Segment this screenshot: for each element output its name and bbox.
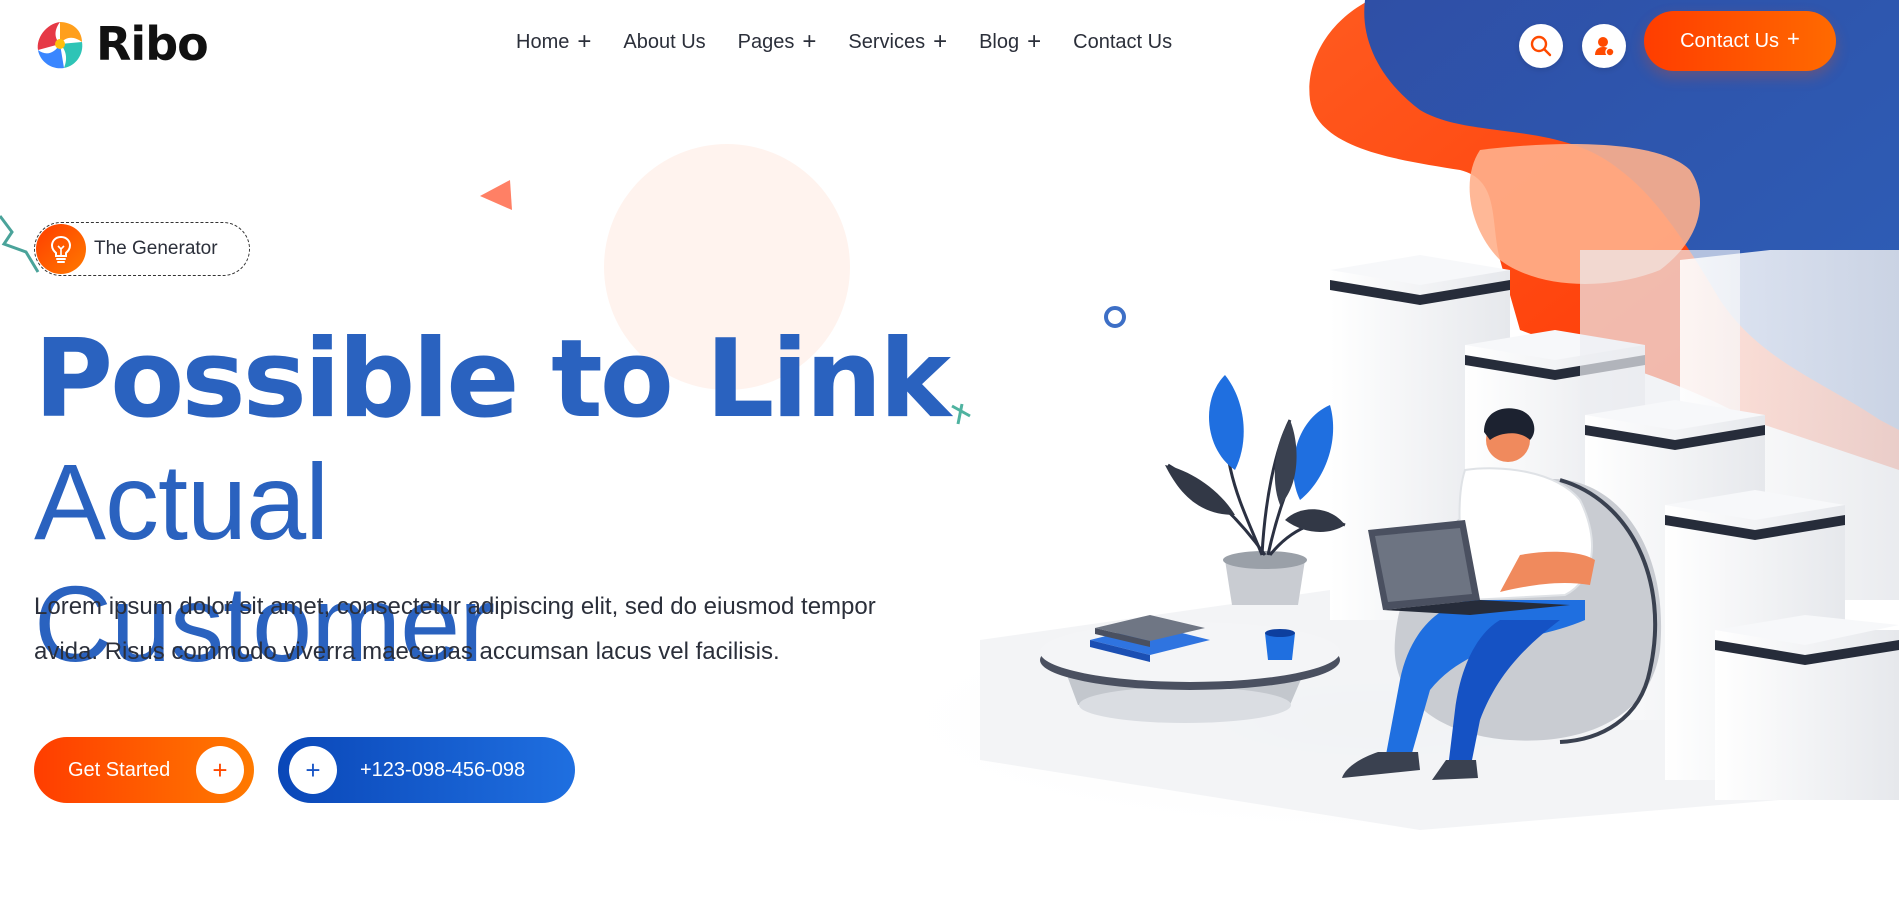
contact-us-button-label: Contact Us: [1680, 29, 1780, 52]
plus-icon: +: [1787, 26, 1800, 51]
hero-description: Lorem ipsum dolor sit amet, consectetur …: [34, 584, 994, 674]
search-icon: [1530, 35, 1552, 57]
hero-description-line-1: Lorem ipsum dolor sit amet, consectetur …: [34, 593, 876, 620]
user-icon: [1595, 37, 1615, 57]
nav-item-label: About Us: [623, 30, 706, 53]
badge-label: The Generator: [94, 238, 218, 259]
get-started-button-label: Get Started: [68, 758, 171, 781]
orange-triangle-decoration: [480, 180, 512, 210]
brand-logo[interactable]: Ribo: [32, 16, 209, 72]
phone-call-button[interactable]: + +123-098-456-098: [278, 737, 575, 803]
logo-icon: [37, 22, 83, 69]
plus-icon: +: [196, 746, 244, 794]
contact-us-button[interactable]: Contact Us +: [1644, 11, 1836, 71]
lightbulb-icon: [36, 224, 86, 274]
plant: [1165, 375, 1346, 605]
nav-item-about-us[interactable]: About Us: [623, 31, 705, 54]
brand-name: Ribo: [96, 17, 209, 71]
plus-icon: +: [289, 746, 337, 794]
user-account-button[interactable]: [1582, 24, 1626, 68]
nav-item-home[interactable]: Home +: [516, 30, 591, 54]
plus-icon: +: [577, 28, 592, 55]
hero-description-line-2: avida. Risus commodo viverra maecenas ac…: [34, 638, 780, 665]
plus-icon: +: [802, 28, 817, 55]
hero-title-strong: Possible to Link: [34, 317, 951, 442]
search-button[interactable]: [1519, 24, 1563, 68]
phone-number-label: +123-098-456-098: [360, 758, 526, 781]
nav-item-pages[interactable]: Pages +: [738, 30, 817, 54]
nav-item-label: Home: [516, 30, 570, 53]
hero-badge: The Generator: [34, 222, 250, 276]
nav-item-label: Pages: [737, 30, 795, 53]
green-zigzag-decoration: [0, 215, 40, 273]
hero-title-light-1: Actual: [34, 441, 329, 562]
get-started-button[interactable]: Get Started +: [34, 737, 254, 803]
